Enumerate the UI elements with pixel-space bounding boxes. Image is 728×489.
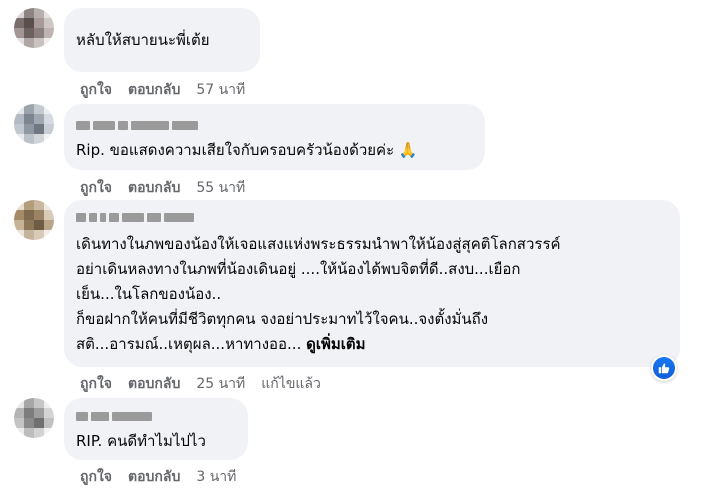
reply-button[interactable]: ตอบกลับ: [128, 79, 180, 101]
timestamp[interactable]: 3 นาที: [196, 466, 236, 488]
comment-bubble: เดินทางในภพของน้องให้เจอแสงแห่งพระธรรมนำ…: [64, 200, 680, 367]
comment-actions: ถูกใจ ตอบกลับ 25 นาที แก้ไขแล้ว: [80, 373, 321, 395]
comment-bubble: Rip. ขอแสดงความเสียใจกับครอบครัวน้องด้วย…: [64, 104, 485, 170]
commenter-name-blurred[interactable]: [76, 210, 668, 224]
comment-bubble: หลับให้สบายนะพี่เต้ย: [64, 8, 260, 72]
comment-text-line: ก็ขอฝากให้คนที่มีชีวิตทุกคน จงอย่าประมาท…: [76, 310, 489, 328]
comment-text-line: เดินทางในภพของน้องให้เจอแสงแห่งพระธรรมนำ…: [76, 235, 561, 253]
timestamp[interactable]: 55 นาที: [196, 177, 245, 199]
avatar[interactable]: [14, 104, 54, 144]
comment-text-line: เย็น...ในโลกของน้อง..: [76, 285, 222, 303]
reply-button[interactable]: ตอบกลับ: [128, 373, 180, 395]
folded-hands-icon: 🙏: [398, 141, 418, 159]
timestamp[interactable]: 57 นาที: [196, 79, 245, 101]
comment-text: RIP. คนดีทำไมไปไว: [76, 432, 206, 450]
avatar[interactable]: [14, 398, 54, 438]
commenter-name-blurred[interactable]: [76, 118, 473, 132]
comment-text-line: อย่าเดินหลงทางในภพที่น้องเดินอยู่ ....ให…: [76, 260, 521, 278]
timestamp[interactable]: 25 นาที: [196, 373, 245, 395]
comment-bubble: RIP. คนดีทำไมไปไว: [64, 398, 248, 460]
comment-text: หลับให้สบายนะพี่เต้ย: [76, 31, 210, 49]
like-button[interactable]: ถูกใจ: [80, 373, 112, 395]
comment-actions: ถูกใจ ตอบกลับ 55 นาที: [80, 177, 245, 199]
like-button[interactable]: ถูกใจ: [80, 466, 112, 488]
like-button[interactable]: ถูกใจ: [80, 79, 112, 101]
comment-actions: ถูกใจ ตอบกลับ 3 นาที: [80, 466, 236, 488]
avatar[interactable]: [14, 8, 54, 48]
reply-button[interactable]: ตอบกลับ: [128, 177, 180, 199]
comment-text: Rip. ขอแสดงความเสียใจกับครอบครัวน้องด้วย…: [76, 138, 473, 163]
like-button[interactable]: ถูกใจ: [80, 177, 112, 199]
comment-text-line: สติ...อารมณ์..เหตุผล...หาทางออ... ดูเพิ่…: [76, 335, 366, 353]
avatar[interactable]: [14, 200, 54, 240]
commenter-name-blurred[interactable]: [76, 409, 236, 423]
edited-label[interactable]: แก้ไขแล้ว: [261, 373, 321, 395]
like-icon: [653, 357, 675, 379]
reaction-badge[interactable]: [651, 355, 677, 381]
comment-actions: ถูกใจ ตอบกลับ 57 นาที: [80, 79, 245, 101]
see-more-link[interactable]: ดูเพิ่มเติม: [306, 335, 365, 353]
reply-button[interactable]: ตอบกลับ: [128, 466, 180, 488]
